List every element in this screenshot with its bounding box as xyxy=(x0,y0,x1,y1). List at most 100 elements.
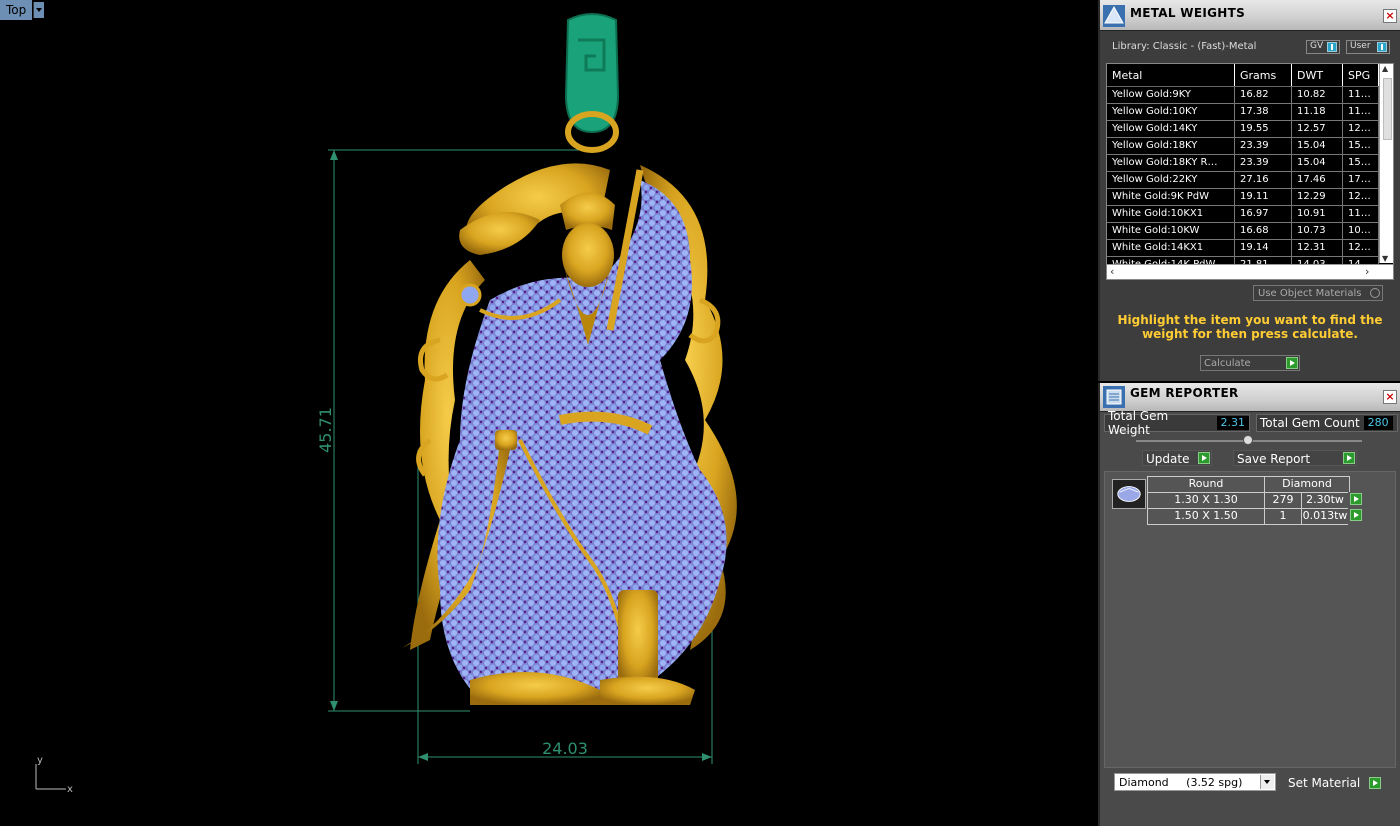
spg-cell: 12.88 xyxy=(1343,121,1379,137)
spg-cell: 17.89 xyxy=(1343,172,1379,188)
table-row[interactable]: Yellow Gold:18KY R… 23.39 15.04 15.41 xyxy=(1107,155,1393,172)
radio-icon[interactable] xyxy=(1370,288,1380,298)
set-material-button[interactable]: Set Material xyxy=(1284,774,1382,792)
grams-cell: 16.82 xyxy=(1235,87,1292,103)
gem-size-cell: 1.50 X 1.50 xyxy=(1147,508,1265,525)
gv-label: GV xyxy=(1310,41,1324,51)
gem-table: Round Diamond 1.30 X 1.30 279 2.30tw 1.50 X… xyxy=(1147,476,1370,525)
scroll-up-icon[interactable]: ▲ xyxy=(1382,64,1388,73)
table-row[interactable]: 1.50 X 1.50 1 0.013tw xyxy=(1147,508,1370,525)
dwt-cell: 11.18 xyxy=(1292,104,1343,120)
round-diamond-icon[interactable] xyxy=(1112,479,1146,509)
table-row[interactable]: White Gold:10KX1 16.97 10.91 11.18 xyxy=(1107,206,1393,223)
table-row[interactable]: Yellow Gold:9KY 16.82 10.82 11.08 xyxy=(1107,87,1393,104)
use-object-materials-button[interactable]: Use Object Materials xyxy=(1253,285,1383,301)
gv-toggle-icon[interactable] xyxy=(1327,42,1337,52)
metal-name-cell: Yellow Gold:14KY xyxy=(1107,121,1235,137)
dwt-cell: 10.82 xyxy=(1292,87,1343,103)
metal-table[interactable]: Metal Grams DWT SPG Yellow Gold:9KY 16.82… xyxy=(1106,63,1394,280)
metal-name-cell: Yellow Gold:22KY xyxy=(1107,172,1235,188)
gem-count-cell: 279 xyxy=(1264,492,1302,509)
table-row[interactable]: White Gold:10KW 16.68 10.73 10.99 xyxy=(1107,223,1393,240)
metal-weights-panel: METAL WEIGHTS × Library: Classic - (Fast… xyxy=(1098,0,1400,381)
col-metal[interactable]: Metal xyxy=(1107,64,1235,86)
table-row[interactable]: White Gold:14KX1 19.14 12.31 12.61 xyxy=(1107,240,1393,257)
metal-table-header: Metal Grams DWT SPG xyxy=(1107,64,1393,87)
gem-reporter-titlebar[interactable]: GEM REPORTER × xyxy=(1100,383,1400,412)
col-spg[interactable]: SPG xyxy=(1343,64,1379,86)
scroll-down-icon[interactable]: ▼ xyxy=(1382,254,1388,263)
chevron-down-icon[interactable] xyxy=(1260,775,1274,789)
table-row[interactable]: Yellow Gold:14KY 19.55 12.57 12.88 xyxy=(1107,121,1393,138)
scroll-right-icon[interactable]: › xyxy=(1365,265,1369,278)
close-icon[interactable]: × xyxy=(1383,390,1397,404)
metal-weights-titlebar[interactable]: METAL WEIGHTS × xyxy=(1100,0,1400,31)
gem-material-header: Diamond xyxy=(1264,476,1350,493)
play-icon[interactable] xyxy=(1350,509,1362,521)
table-row[interactable]: 1.30 X 1.30 279 2.30tw xyxy=(1147,492,1370,509)
user-label: User xyxy=(1350,41,1371,51)
gem-weight-cell: 2.30tw xyxy=(1301,492,1349,509)
user-toggle-icon[interactable] xyxy=(1377,42,1387,52)
play-icon[interactable] xyxy=(1343,452,1355,464)
total-gem-count-label: Total Gem Count xyxy=(1260,416,1360,430)
axis-indicator xyxy=(35,764,66,790)
slider-knob[interactable] xyxy=(1243,435,1253,445)
metal-name-cell: Yellow Gold:18KY R… xyxy=(1107,155,1235,171)
play-icon[interactable] xyxy=(1369,777,1381,789)
table-row[interactable]: Yellow Gold:22KY 27.16 17.46 17.89 xyxy=(1107,172,1393,189)
metal-table-vscroll[interactable]: ▲ ▼ xyxy=(1379,64,1393,263)
metal-name-cell: White Gold:9K PdW xyxy=(1107,189,1235,205)
grams-cell: 17.38 xyxy=(1235,104,1292,120)
gv-toggle[interactable]: GV xyxy=(1306,40,1340,54)
jade-bail xyxy=(564,13,620,153)
gem-weight-cell: 0.013tw xyxy=(1301,508,1349,525)
dwt-cell: 10.73 xyxy=(1292,223,1343,239)
update-button[interactable]: Update xyxy=(1142,450,1212,466)
hint-text: Highlight the item you want to find the … xyxy=(1117,313,1383,341)
metal-name-cell: White Gold:14KX1 xyxy=(1107,240,1235,256)
metal-table-hscroll[interactable]: ‹ › xyxy=(1107,264,1393,279)
calculate-button[interactable]: Calculate xyxy=(1200,355,1300,371)
scroll-thumb[interactable] xyxy=(1383,78,1392,140)
play-icon[interactable] xyxy=(1286,357,1298,369)
scroll-left-icon[interactable]: ‹ xyxy=(1110,265,1114,278)
save-report-button[interactable]: Save Report xyxy=(1233,450,1357,466)
use-object-materials-label: Use Object Materials xyxy=(1258,288,1362,299)
metal-weights-icon xyxy=(1103,5,1125,27)
gem-row-action[interactable] xyxy=(1348,508,1366,525)
save-report-label: Save Report xyxy=(1237,452,1311,466)
close-icon[interactable]: × xyxy=(1383,9,1397,23)
update-label: Update xyxy=(1146,452,1190,466)
set-material-label: Set Material xyxy=(1288,776,1361,790)
gem-row-action[interactable] xyxy=(1348,492,1366,509)
axis-x-label: x xyxy=(67,784,73,795)
gem-table-header: Round Diamond xyxy=(1147,476,1370,493)
grams-cell: 23.39 xyxy=(1235,138,1292,154)
calculate-label: Calculate xyxy=(1204,358,1251,369)
pendant-model[interactable]: 45.71 24.03 y x xyxy=(0,0,1098,826)
table-row[interactable]: Yellow Gold:10KY 17.38 11.18 11.45 xyxy=(1107,104,1393,121)
grams-cell: 27.16 xyxy=(1235,172,1292,188)
total-gem-weight-value: 2.31 xyxy=(1216,416,1249,430)
viewport-top[interactable]: Top 45.71 24.03 y x xyxy=(0,0,1098,826)
material-select[interactable]: Diamond (3.52 spg) xyxy=(1114,773,1276,791)
table-row[interactable]: Yellow Gold:18KY 23.39 15.04 15.41 xyxy=(1107,138,1393,155)
gem-slider[interactable] xyxy=(1136,435,1362,445)
gem-list-area: Round Diamond 1.30 X 1.30 279 2.30tw 1.50 X… xyxy=(1104,471,1396,768)
library-label: Library: Classic - (Fast)-Metal xyxy=(1112,41,1257,52)
table-row[interactable]: White Gold:9K PdW 19.11 12.29 12.59 xyxy=(1107,189,1393,206)
metal-name-cell: Yellow Gold:18KY xyxy=(1107,138,1235,154)
user-toggle[interactable]: User xyxy=(1346,40,1390,54)
metal-name-cell: White Gold:10KX1 xyxy=(1107,206,1235,222)
total-gem-count-value: 280 xyxy=(1363,416,1393,430)
play-icon[interactable] xyxy=(1350,493,1362,505)
gem-stats: Total Gem Weight 2.31 Total Gem Count 28… xyxy=(1104,409,1398,437)
spg-cell: 10.99 xyxy=(1343,223,1379,239)
col-dwt[interactable]: DWT xyxy=(1292,64,1343,86)
col-grams[interactable]: Grams xyxy=(1235,64,1292,86)
total-gem-weight: Total Gem Weight 2.31 xyxy=(1104,409,1250,437)
spg-cell: 15.41 xyxy=(1343,138,1379,154)
dwt-cell: 10.91 xyxy=(1292,206,1343,222)
play-icon[interactable] xyxy=(1198,452,1210,464)
